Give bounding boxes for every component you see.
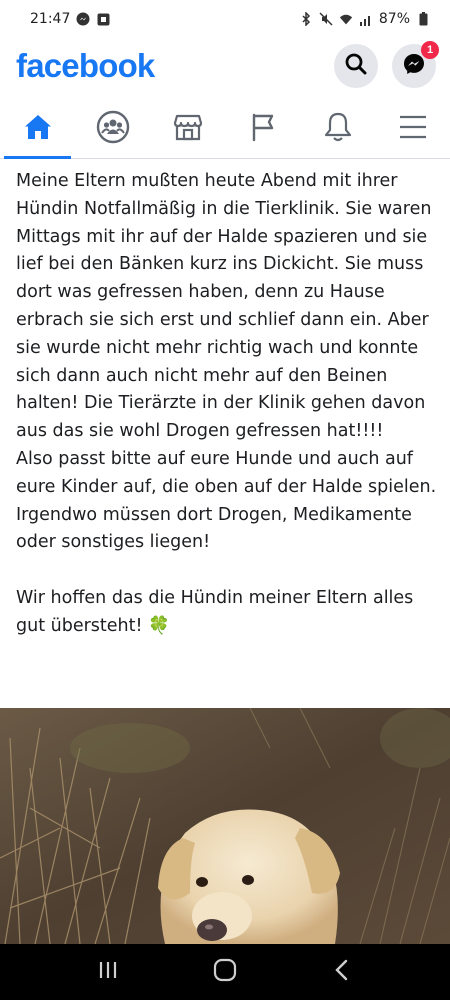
app-header: facebook 1 [0,38,450,94]
main-nav [0,100,450,159]
app-notification-icon [96,12,110,26]
flag-icon [249,112,277,146]
recent-apps-icon [97,960,119,984]
hamburger-menu-icon [398,114,428,144]
post-text: Meine Eltern mußten heute Abend mit ihre… [16,171,437,636]
search-button[interactable] [334,44,378,88]
recent-apps-button[interactable] [88,952,128,992]
messenger-notification-icon [76,12,90,26]
bluetooth-icon [299,12,313,26]
tab-menu[interactable] [375,100,450,158]
home-icon [23,112,53,146]
system-navigation-bar [0,944,450,1000]
post-photo[interactable] [0,708,450,944]
status-bar: 21:47 87% [0,0,450,38]
facebook-logo[interactable]: facebook [16,47,155,85]
header-actions: 1 [334,41,439,88]
marketplace-icon [172,111,204,147]
status-time: 21:47 [30,11,71,27]
mute-icon [319,12,333,26]
wifi-icon [339,12,353,26]
home-circle-icon [212,957,238,987]
status-right: 87% [299,11,430,27]
tab-marketplace[interactable] [150,100,225,158]
tab-pages[interactable] [225,100,300,158]
battery-icon [416,12,430,26]
bell-icon [323,111,353,147]
dog-photo-illustration [0,708,450,944]
signal-icon [359,12,373,26]
groups-icon [96,110,130,148]
tab-groups[interactable] [75,100,150,158]
back-button[interactable] [322,952,362,992]
messenger-badge: 1 [421,41,439,59]
back-chevron-icon [332,958,352,986]
tab-home[interactable] [0,100,75,159]
battery-percent: 87% [378,11,410,27]
messenger-icon [402,52,426,80]
home-button[interactable] [205,952,245,992]
messenger-button[interactable]: 1 [392,41,439,88]
tab-notifications[interactable] [300,100,375,158]
status-left: 21:47 [30,11,110,27]
search-icon [344,52,368,80]
